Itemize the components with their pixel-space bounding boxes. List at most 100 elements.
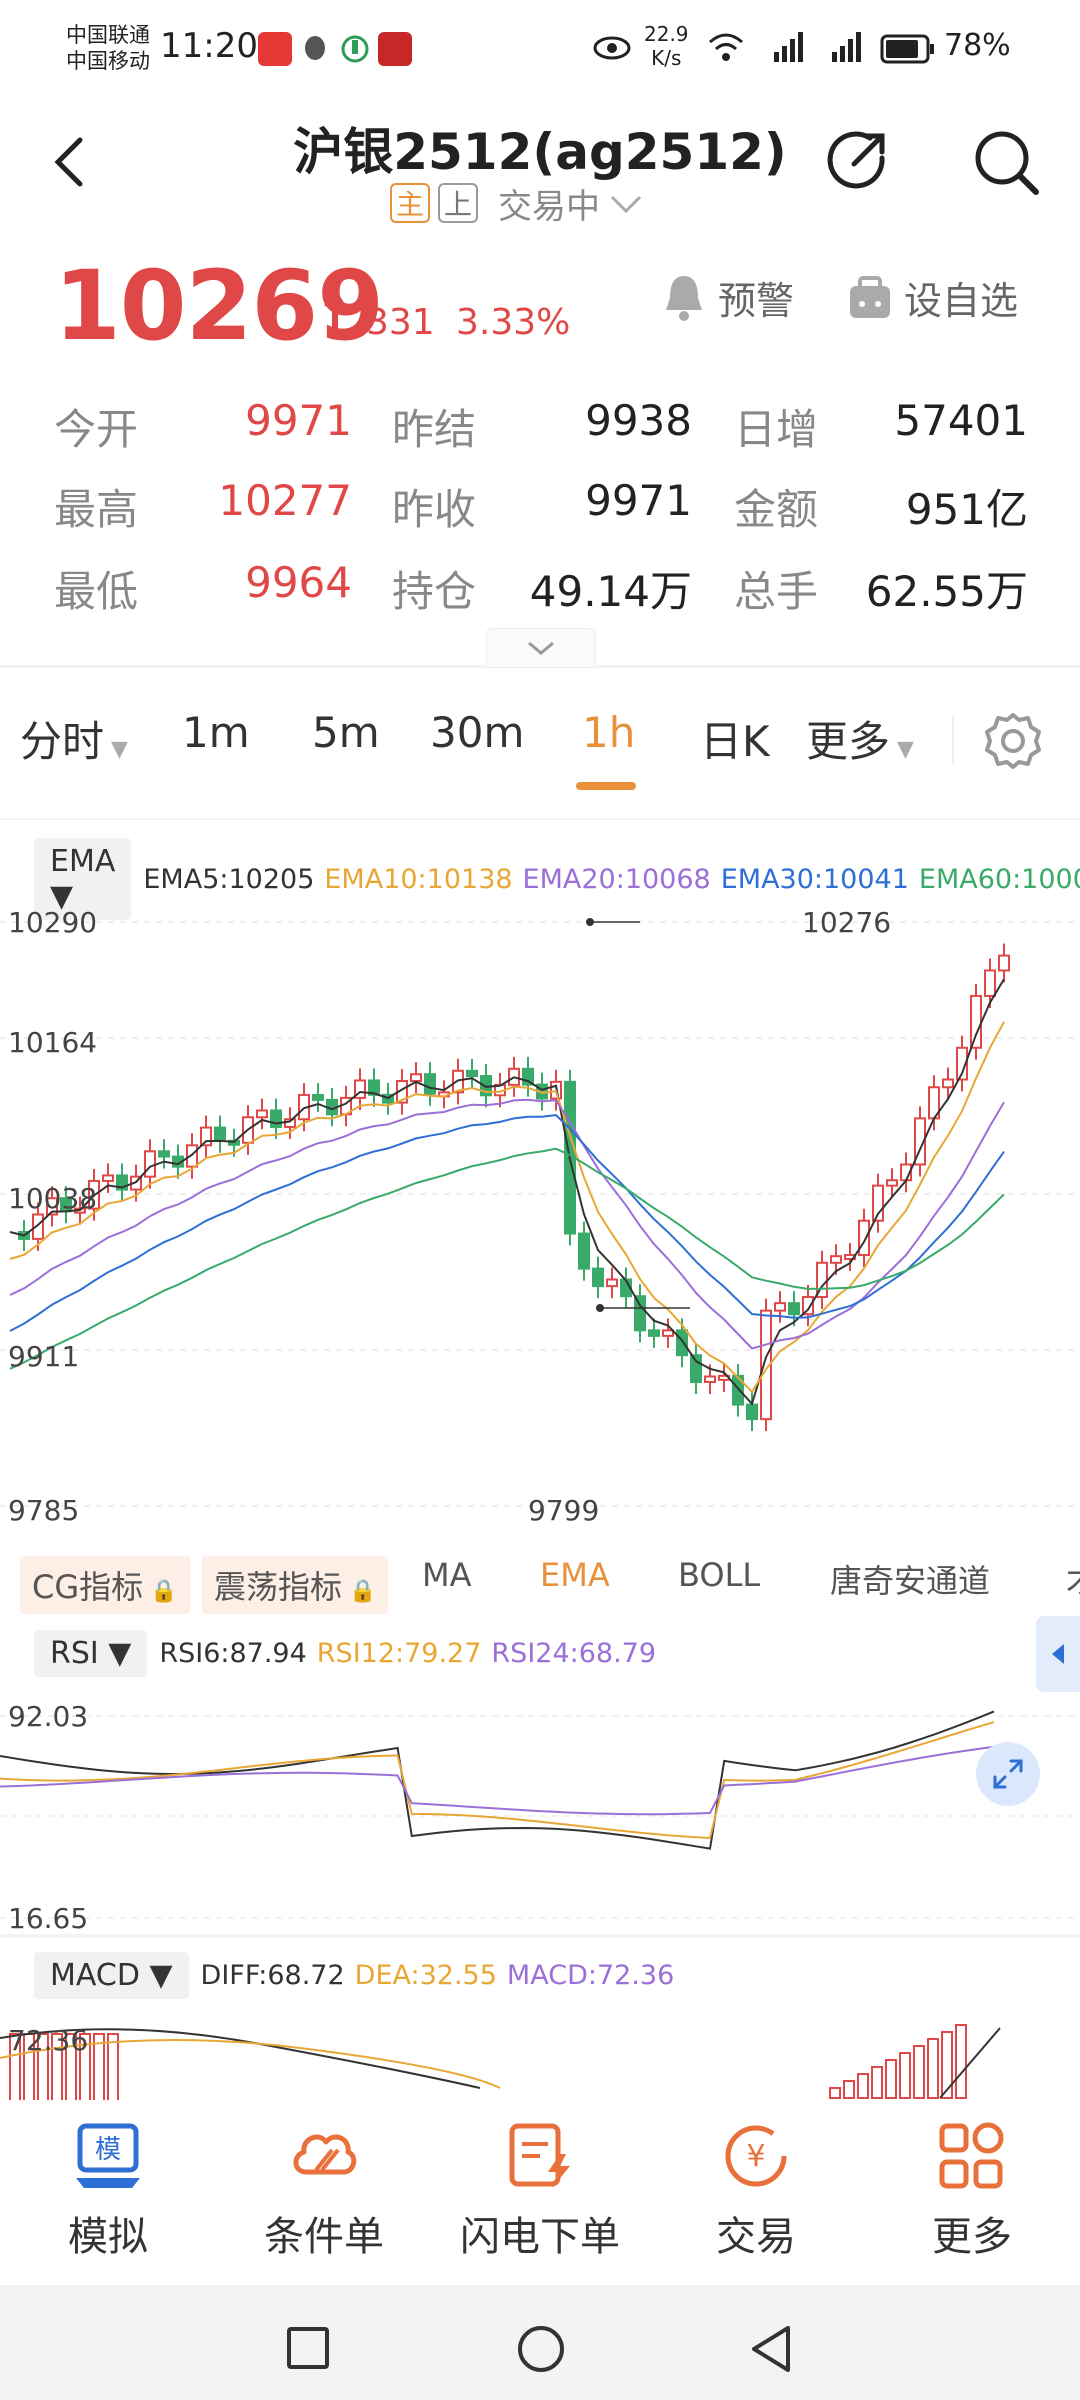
fullscreen-button[interactable] — [976, 1742, 1040, 1806]
tab-cg-indicator[interactable]: CG指标 🔒 — [20, 1556, 190, 1614]
candlestick-chart[interactable] — [0, 902, 1080, 1528]
nav-label: 模拟 — [68, 2214, 148, 2260]
tab-more[interactable]: 更多 ▼ — [806, 708, 914, 769]
macd-bar — [843, 2080, 855, 2099]
macd-bar — [885, 2059, 897, 2099]
price-change: 331 — [366, 302, 435, 343]
legend-item: RSI6:87.94 — [159, 1638, 307, 1669]
lock-icon: 🔒 — [143, 1579, 178, 1604]
trade-yen-icon: ¥ — [725, 2125, 787, 2187]
candle-body — [634, 1295, 646, 1332]
tab-oscillator-indicator[interactable]: 震荡指标 🔒 — [202, 1556, 389, 1614]
net-speed: 22.9 K/s — [644, 22, 689, 70]
contract-status-row[interactable]: 主 上 交易中 — [390, 180, 644, 227]
stat-value: 49.14万 — [529, 567, 692, 616]
svg-text:模: 模 — [95, 2135, 121, 2165]
macd-indicator-select[interactable]: MACD ▼ — [34, 1952, 189, 1999]
nav-conditional-order[interactable]: 条件单 — [234, 2120, 414, 2262]
stat-label: 金额 — [734, 485, 819, 534]
diff-line — [939, 2027, 1001, 2099]
home-icon[interactable] — [516, 2324, 566, 2374]
macd-bar — [899, 2052, 911, 2099]
tab-daily-k[interactable]: 日K — [700, 708, 770, 769]
cloud-order-icon — [293, 2134, 357, 2175]
y-axis-label: 9911 — [8, 1340, 80, 1373]
news-app-icon — [378, 32, 412, 66]
app-notification-icon — [258, 32, 292, 66]
simulate-icon: 模 — [76, 2123, 140, 2188]
rsi-y-max: 92.03 — [8, 1700, 89, 1733]
back-triangle-icon[interactable] — [748, 2324, 794, 2374]
tab-5m[interactable]: 5m — [312, 708, 380, 757]
nav-lightning-order[interactable]: 闪电下单 — [450, 2120, 630, 2262]
alert-button[interactable]: 预警 — [660, 270, 794, 325]
candle-body — [214, 1126, 226, 1142]
tab-1m[interactable]: 1m — [182, 708, 250, 757]
caret-left-icon — [1052, 1644, 1064, 1664]
candle-body — [410, 1073, 422, 1083]
y-axis-label: 9785 — [8, 1494, 80, 1527]
rsi-legend: RSI ▼ RSI6:87.94 RSI12:79.27 RSI24:68.79 — [34, 1630, 666, 1677]
stat-label: 昨结 — [392, 405, 477, 454]
legend-item: MACD:72.36 — [506, 1960, 675, 1991]
high-price-label: 10276 — [802, 906, 892, 939]
candle-body — [690, 1354, 702, 1383]
tab-boll[interactable]: BOLL — [678, 1556, 760, 1594]
macd-bar — [913, 2045, 925, 2099]
tab-next-partial[interactable]: 才 — [1066, 1556, 1080, 1602]
share-icon — [827, 131, 885, 189]
side-panel-toggle[interactable] — [1036, 1616, 1080, 1692]
stat-label: 总手 — [734, 567, 819, 616]
chart-settings-button[interactable] — [982, 710, 1044, 776]
stat-value: 57401 — [894, 396, 1028, 445]
tab-donchian-channel[interactable]: 唐奇安通道 — [830, 1556, 990, 1602]
page-title: 沪银2512(ag2512) — [293, 123, 787, 181]
tab-1h[interactable]: 1h — [582, 708, 635, 757]
share-button[interactable] — [826, 128, 890, 196]
ema-line — [9, 1114, 1005, 1332]
nav-more[interactable]: 更多 — [882, 2120, 1062, 2262]
add-watchlist-button[interactable]: 设自选 — [846, 270, 1018, 325]
candle-body — [578, 1232, 590, 1270]
plug-icon — [338, 32, 372, 66]
rsi-pane[interactable]: RSI ▼ RSI6:87.94 RSI12:79.27 RSI24:68.79 9… — [0, 1616, 1080, 1935]
candle-body — [662, 1329, 674, 1337]
tab-ma[interactable]: MA — [422, 1556, 472, 1594]
stat-value: 10277 — [218, 476, 352, 525]
search-icon — [975, 131, 1039, 195]
nav-simulate[interactable]: 模 模拟 — [18, 2120, 198, 2262]
candle-body — [942, 1078, 954, 1089]
tab-ema[interactable]: EMA — [540, 1556, 610, 1594]
nav-trade[interactable]: ¥ 交易 — [666, 2120, 846, 2262]
tab-30m[interactable]: 30m — [430, 708, 524, 757]
active-tab-indicator — [576, 782, 636, 790]
macd-bar — [941, 2031, 953, 2099]
legend-item: EMA20:10068 — [522, 863, 711, 895]
recent-apps-icon[interactable] — [286, 2326, 330, 2370]
candle-body — [830, 1255, 842, 1264]
macd-legend: MACD ▼ DIFF:68.72 DEA:32.55 MACD:72.36 — [34, 1952, 684, 1999]
main-contract-badge: 主 — [390, 183, 430, 223]
y-axis-label: 10038 — [8, 1182, 98, 1215]
eye-icon — [592, 34, 632, 66]
ema-line — [9, 1098, 1005, 1350]
stat-label: 持仓 — [392, 567, 477, 616]
tab-timeshare[interactable]: 分时 ▼ — [20, 708, 128, 769]
candle-body — [858, 1219, 870, 1257]
rsi-line — [0, 1710, 995, 1850]
macd-y-max: 72.36 — [8, 2024, 89, 2057]
expand-icon — [993, 1759, 1023, 1789]
search-button[interactable] — [970, 126, 1042, 202]
y-axis-label: 10290 — [8, 906, 98, 939]
nav-label: 交易 — [716, 2214, 796, 2260]
arrow-up-icon — [320, 284, 350, 344]
macd-bar — [829, 2087, 841, 2099]
low-price-label: 9799 — [528, 1494, 600, 1527]
expand-stats-button[interactable] — [486, 628, 596, 668]
battery-icon — [880, 34, 936, 68]
lock-icon: 🔒 — [342, 1579, 377, 1604]
kline-chart-pane[interactable]: EMA ▼ EMA5:10205 EMA10:10138 EMA20:10068 EM… — [0, 820, 1080, 1530]
rsi-indicator-select[interactable]: RSI ▼ — [34, 1630, 148, 1677]
svg-text:¥: ¥ — [746, 2139, 765, 2174]
macd-pane[interactable]: MACD ▼ DIFF:68.72 DEA:32.55 MACD:72.36 72.… — [0, 1938, 1080, 2100]
